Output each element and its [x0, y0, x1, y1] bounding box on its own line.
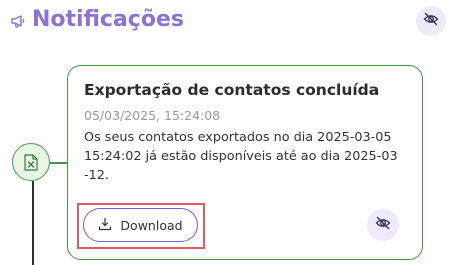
notifications-page: Notificações Exportação de contatos conc…: [0, 0, 456, 265]
hide-notification-button[interactable]: [367, 209, 399, 241]
megaphone-icon: [10, 13, 26, 29]
notification-date: 05/03/2025, 15:24:08: [84, 108, 221, 123]
hide-all-button[interactable]: [416, 6, 446, 36]
timeline-connector: [50, 162, 68, 164]
eye-off-icon: [423, 11, 439, 31]
notification-card: Exportação de contatos concluída 05/03/2…: [67, 65, 423, 260]
notifications-header: Notificações: [0, 0, 456, 44]
download-button[interactable]: Download: [83, 208, 198, 242]
download-label: Download: [120, 217, 183, 233]
page-title: Notificações: [32, 7, 184, 32]
excel-file-icon: [12, 143, 50, 181]
download-tray-icon: [98, 216, 112, 235]
eye-off-icon: [375, 215, 391, 235]
notification-title: Exportação de contatos concluída: [84, 81, 380, 99]
timeline-line: [32, 181, 34, 265]
notification-message: Os seus contatos exportados no dia 2025-…: [84, 130, 398, 183]
